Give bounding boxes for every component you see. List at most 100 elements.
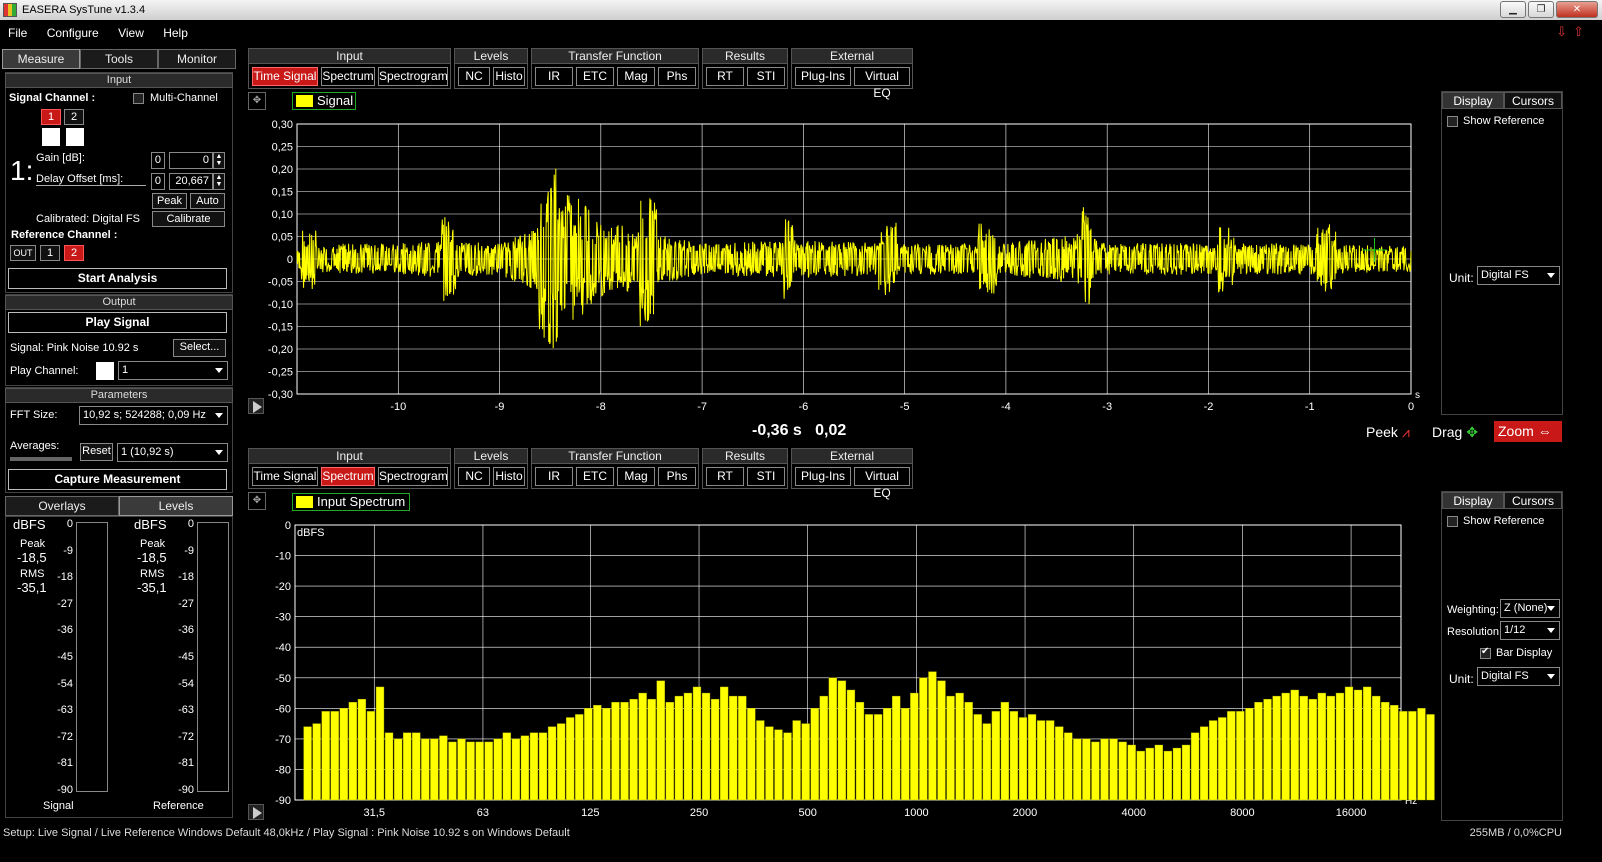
averages-select[interactable]: 1 (10,92 s) <box>117 443 228 462</box>
tab-monitor[interactable]: Monitor <box>158 49 236 69</box>
ref-channel-2-button[interactable]: 2 <box>64 245 84 261</box>
drag-label: Drag <box>1432 424 1463 440</box>
time-signal-chart[interactable]: 0,30 0,25 0,20 0,15 0,10 0,05 0 -0,05 -0,10 -0,15… <box>245 112 1435 418</box>
tab-levels[interactable]: Levels <box>119 496 233 516</box>
ref-channel-1-button[interactable]: 1 <box>40 245 60 261</box>
gain-small-field[interactable]: 0 <box>151 152 165 169</box>
calibrate-button[interactable]: Calibrate <box>152 211 225 227</box>
toolbar-group-label: Results <box>703 449 787 464</box>
view-button-sti[interactable]: STI <box>747 67 785 86</box>
view-button-etc[interactable]: ETC <box>576 67 614 86</box>
view-button-phs[interactable]: Phs <box>658 67 696 86</box>
rms-value: -35,1 <box>17 580 47 595</box>
spectrum-bar <box>1353 689 1363 801</box>
peak-button[interactable]: Peak <box>152 193 187 209</box>
x-tick-label: 2000 <box>1013 807 1037 819</box>
tab-display[interactable]: Display <box>1442 492 1504 509</box>
app-icon <box>3 3 17 17</box>
weighting-select[interactable]: Z (None) <box>1500 599 1560 618</box>
view-button-ir[interactable]: IR <box>535 467 573 486</box>
fft-size-select[interactable]: 10,92 s; 524288; 0,09 Hz <box>79 406 228 425</box>
resolution-select[interactable]: 1/12 <box>1500 621 1560 640</box>
menu-file[interactable]: File <box>0 22 35 44</box>
view-button-time-signal[interactable]: Time Signal <box>252 467 318 486</box>
close-button[interactable]: ✕ <box>1556 1 1598 18</box>
spectrum-bar <box>873 714 883 801</box>
reset-averages-button[interactable]: Reset <box>80 443 113 461</box>
view-button-phs[interactable]: Phs <box>658 467 696 486</box>
y-tick-label: -0,30 <box>268 389 293 401</box>
delay-small-field[interactable]: 0 <box>151 173 165 190</box>
show-reference-checkbox[interactable] <box>1447 116 1458 127</box>
multi-channel-checkbox[interactable] <box>133 93 144 104</box>
capture-measurement-button[interactable]: Capture Measurement <box>8 469 227 490</box>
mode-drag[interactable]: Drag ✥ <box>1432 424 1478 441</box>
meter-tick: -63 <box>57 704 73 717</box>
spectrum-chart[interactable]: 0 -10 -20 -30 -40 -50 -60 -70 -80 -90 dBFS 31,5 63 12… <box>245 508 1435 822</box>
view-button-rt[interactable]: RT <box>706 67 744 86</box>
view-button-mag[interactable]: Mag <box>617 67 655 86</box>
move-icon[interactable]: ✥ <box>248 92 266 110</box>
tab-cursors[interactable]: Cursors <box>1504 92 1562 109</box>
view-button-plug-ins[interactable]: Plug-Ins <box>795 467 851 486</box>
y-tick-label: -0,05 <box>268 277 293 289</box>
spectrum-bar <box>457 738 466 801</box>
auto-button[interactable]: Auto <box>190 193 225 209</box>
tab-measure[interactable]: Measure <box>2 49 80 69</box>
tab-tools[interactable]: Tools <box>80 49 158 69</box>
select-signal-button[interactable]: Select... <box>173 339 226 357</box>
x-tick-label: -1 <box>1305 401 1315 413</box>
maximize-button[interactable]: ❐ <box>1528 1 1554 18</box>
view-button-spectrum[interactable]: Spectrum <box>321 67 375 86</box>
view-button-spectrum[interactable]: Spectrum <box>321 467 375 486</box>
view-button-histo[interactable]: Histo <box>493 467 525 486</box>
spectrum-bar <box>1227 711 1236 801</box>
menu-view[interactable]: View <box>110 22 152 44</box>
view-button-virtual-eq[interactable]: Virtual EQ <box>854 67 910 100</box>
view-button-virtual-eq[interactable]: Virtual EQ <box>854 467 910 500</box>
view-button-nc[interactable]: NC <box>458 67 490 86</box>
x-tick-label: -10 <box>390 401 406 413</box>
play-signal-button[interactable]: Play Signal <box>8 312 227 333</box>
signal-channel-1-button[interactable]: 1 <box>41 109 61 125</box>
signal-channel-2-button[interactable]: 2 <box>64 109 84 125</box>
view-button-nc[interactable]: NC <box>458 467 490 486</box>
unit-select[interactable]: Digital FS <box>1477 667 1560 686</box>
show-reference-label: Show Reference <box>1463 515 1545 527</box>
spectrum-bar <box>747 708 756 801</box>
view-button-mag[interactable]: Mag <box>617 467 655 486</box>
view-button-spectrogram[interactable]: Spectrogram <box>378 467 448 486</box>
view-button-ir[interactable]: IR <box>535 67 573 86</box>
averages-label: Averages: <box>10 440 60 452</box>
minimize-button[interactable]: ▁ <box>1500 1 1526 18</box>
delay-offset-field[interactable]: 20,667 <box>169 173 213 190</box>
ref-out-button[interactable]: OUT <box>10 245 36 261</box>
x-tick-label: -7 <box>697 401 707 413</box>
signal-channel-label: Signal Channel : <box>9 92 96 104</box>
menu-help[interactable]: Help <box>155 22 196 44</box>
gain-spinner[interactable]: ▲ ▼ <box>213 152 225 169</box>
menu-configure[interactable]: Configure <box>39 22 107 44</box>
view-button-histo[interactable]: Histo <box>493 67 525 86</box>
start-analysis-button[interactable]: Start Analysis <box>8 268 227 289</box>
view-button-etc[interactable]: ETC <box>576 467 614 486</box>
meter-tick: -54 <box>57 677 73 690</box>
view-button-sti[interactable]: STI <box>747 467 785 486</box>
bar-display-checkbox[interactable] <box>1480 646 1491 659</box>
play-channel-select[interactable]: 1 <box>118 361 228 380</box>
signal-legend[interactable]: Signal <box>292 92 356 110</box>
delay-spinner[interactable]: ▲ ▼ <box>213 173 225 190</box>
tab-cursors[interactable]: Cursors <box>1504 492 1562 509</box>
view-button-plug-ins[interactable]: Plug-Ins <box>795 67 851 86</box>
pin-icons[interactable]: ⇩⇧ <box>1556 24 1590 40</box>
view-button-rt[interactable]: RT <box>706 467 744 486</box>
view-button-time-signal[interactable]: Time Signal <box>252 67 318 86</box>
show-reference-checkbox[interactable] <box>1447 516 1458 527</box>
mode-zoom[interactable]: Zoom ⇔ <box>1494 421 1562 442</box>
unit-select[interactable]: Digital FS <box>1477 266 1560 285</box>
view-button-spectrogram[interactable]: Spectrogram <box>378 67 448 86</box>
tab-overlays[interactable]: Overlays <box>5 496 119 516</box>
tab-display[interactable]: Display <box>1442 92 1504 109</box>
gain-field[interactable]: 0 <box>169 152 213 169</box>
mode-peek[interactable]: Peek ⩘ <box>1366 424 1410 441</box>
